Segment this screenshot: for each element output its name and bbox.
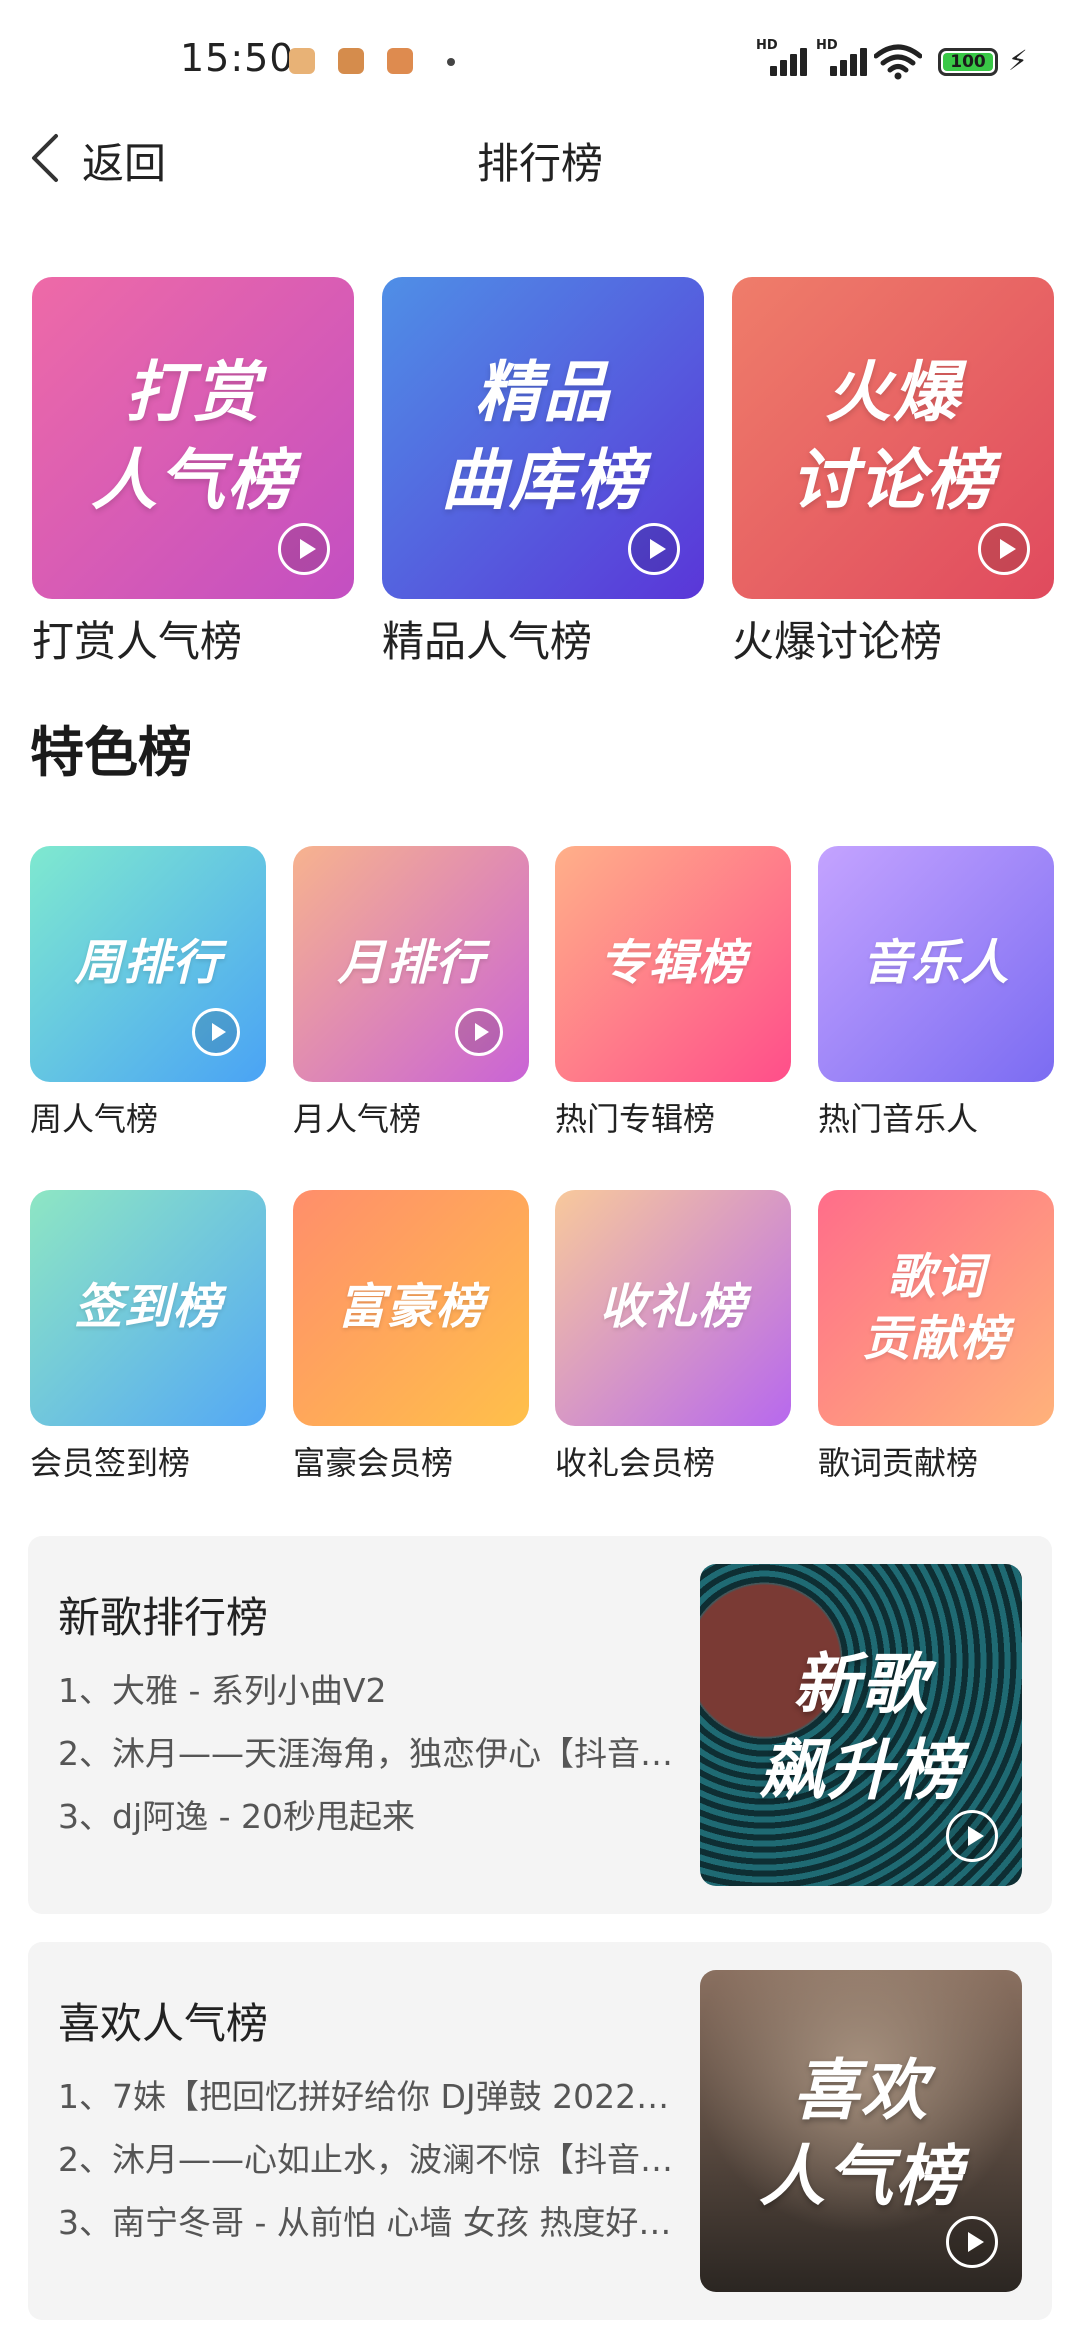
cover-art-text: 歌词 贡献榜 bbox=[862, 1249, 1010, 1367]
ranking-cover[interactable]: 喜欢 人气榜 bbox=[700, 1970, 1022, 2292]
featured-chart-label[interactable]: 富豪会员榜 bbox=[293, 1438, 453, 1484]
cover-art-text: 新歌 飙升榜 bbox=[759, 1646, 963, 1809]
featured-chart-card[interactable]: 签到榜 bbox=[30, 1190, 266, 1426]
cover-art-text: 打赏 人气榜 bbox=[91, 354, 295, 519]
ranking-item[interactable]: 2、沐月——天涯海角，独恋伊心【抖音热度好歌】 bbox=[58, 1727, 698, 1775]
ranking-title: 喜欢人气榜 bbox=[58, 1999, 269, 2048]
chart-label[interactable]: 火爆讨论榜 bbox=[732, 608, 942, 669]
status-time: 15:50 bbox=[180, 36, 295, 80]
featured-chart-card[interactable]: 专辑榜 bbox=[555, 846, 791, 1082]
cover-art-text: 富豪榜 bbox=[337, 1279, 485, 1335]
play-icon[interactable] bbox=[946, 1810, 998, 1862]
chart-card[interactable]: 火爆 讨论榜 bbox=[732, 277, 1054, 599]
ranking-title: 新歌排行榜 bbox=[58, 1593, 269, 1642]
play-icon[interactable] bbox=[978, 523, 1030, 575]
ranking-list-card[interactable]: 喜欢人气榜 1、7妹【把回忆拼好给你 DJ弹鼓 2022版】 2、沐月——心如止水，… bbox=[28, 1942, 1052, 2320]
featured-chart-card[interactable]: 收礼榜 bbox=[555, 1190, 791, 1426]
wifi-icon bbox=[874, 44, 922, 80]
featured-chart-card[interactable]: 音乐人 bbox=[818, 846, 1054, 1082]
play-icon[interactable] bbox=[455, 1008, 503, 1056]
cover-art-text: 火爆 讨论榜 bbox=[791, 354, 995, 519]
featured-chart-label[interactable]: 歌词贡献榜 bbox=[818, 1438, 978, 1484]
featured-chart-card[interactable]: 周排行 bbox=[30, 846, 266, 1082]
ranking-item[interactable]: 2、沐月——心如止水，波澜不惊【抖音热度好歌】 bbox=[58, 2133, 698, 2181]
ranking-item[interactable]: 3、dj阿逸 - 20秒甩起来 bbox=[58, 1790, 698, 1838]
ranking-item[interactable]: 1、大雅 - 系列小曲V2 bbox=[58, 1664, 698, 1712]
cover-art-text: 专辑榜 bbox=[599, 935, 747, 991]
featured-chart-label[interactable]: 收礼会员榜 bbox=[555, 1438, 715, 1484]
play-icon[interactable] bbox=[946, 2216, 998, 2268]
page-title: 排行榜 bbox=[476, 139, 603, 188]
chart-label[interactable]: 打赏人气榜 bbox=[32, 608, 242, 669]
featured-chart-card[interactable]: 月排行 bbox=[293, 846, 529, 1082]
notification-icon bbox=[387, 48, 413, 74]
section-title: 特色榜 bbox=[30, 721, 192, 784]
featured-chart-label[interactable]: 月人气榜 bbox=[293, 1094, 421, 1140]
featured-chart-card[interactable]: 歌词 贡献榜 bbox=[818, 1190, 1054, 1426]
play-icon[interactable] bbox=[192, 1008, 240, 1056]
signal-icon: HD bbox=[816, 38, 868, 80]
notification-icon bbox=[289, 48, 315, 74]
ranking-list-card[interactable]: 新歌排行榜 1、大雅 - 系列小曲V2 2、沐月——天涯海角，独恋伊心【抖音热度好歌… bbox=[28, 1536, 1052, 1914]
featured-chart-label[interactable]: 周人气榜 bbox=[30, 1094, 158, 1140]
chart-label[interactable]: 精品人气榜 bbox=[382, 608, 592, 669]
chart-card[interactable]: 打赏 人气榜 bbox=[32, 277, 354, 599]
cover-art-text: 签到榜 bbox=[74, 1279, 222, 1335]
ranking-cover[interactable]: 新歌 飙升榜 bbox=[700, 1564, 1022, 1886]
chart-card[interactable]: 精品 曲库榜 bbox=[382, 277, 704, 599]
battery-icon: 100 bbox=[938, 48, 998, 76]
notification-icon bbox=[338, 48, 364, 74]
signal-icon: HD bbox=[756, 38, 808, 80]
cover-art-text: 收礼榜 bbox=[599, 1279, 747, 1335]
charging-icon: ⚡ bbox=[1008, 44, 1028, 77]
ranking-item[interactable]: 3、南宁冬哥 - 从前怕 心墙 女孩 热度好歌串烧 bbox=[58, 2196, 698, 2244]
play-icon[interactable] bbox=[278, 523, 330, 575]
cover-art-text: 喜欢 人气榜 bbox=[759, 2052, 963, 2215]
featured-chart-card[interactable]: 富豪榜 bbox=[293, 1190, 529, 1426]
featured-chart-label[interactable]: 热门专辑榜 bbox=[555, 1094, 715, 1140]
featured-chart-label[interactable]: 会员签到榜 bbox=[30, 1438, 190, 1484]
cover-art-text: 周排行 bbox=[74, 935, 222, 991]
header: 返回 排行榜 bbox=[0, 110, 1080, 200]
cover-art-text: 月排行 bbox=[337, 935, 485, 991]
more-notifications-dot bbox=[447, 58, 455, 66]
featured-chart-label[interactable]: 热门音乐人 bbox=[818, 1094, 978, 1140]
ranking-item[interactable]: 1、7妹【把回忆拼好给你 DJ弹鼓 2022版】 bbox=[58, 2070, 698, 2118]
cover-art-text: 精品 曲库榜 bbox=[441, 354, 645, 519]
cover-art-text: 音乐人 bbox=[862, 935, 1010, 991]
status-bar: 15:50 HD HD 100 ⚡ bbox=[0, 0, 1080, 120]
play-icon[interactable] bbox=[628, 523, 680, 575]
